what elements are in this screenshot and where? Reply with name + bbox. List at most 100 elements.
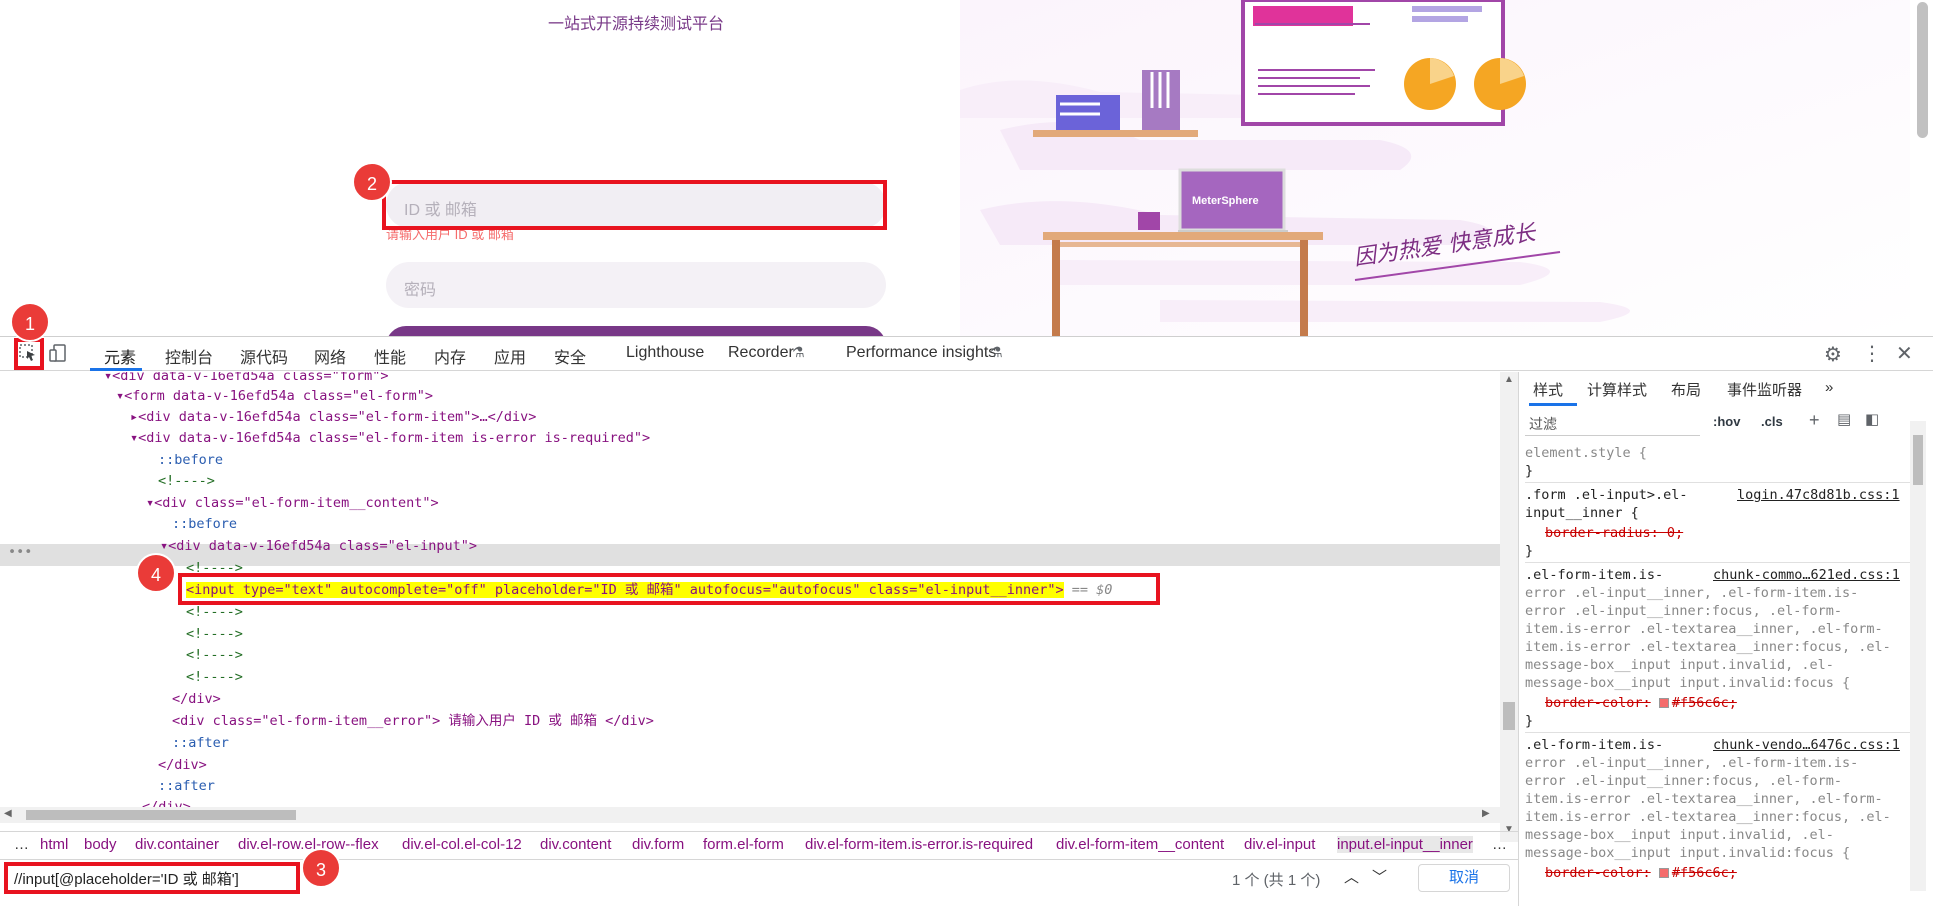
style-selector: message-box__input input.invalid, .el- [1525,827,1834,843]
ellipsis-icon[interactable]: ••• [8,544,32,560]
tree-line[interactable]: <!----> [186,645,243,665]
tab-performance-insights[interactable]: Performance insights [846,344,996,362]
tree-line[interactable]: ▾<div data-v-16efd54a class="form"> [104,372,388,386]
style-declaration[interactable]: border-color: #f56c6c; [1545,694,1737,712]
tab-recorder[interactable]: Recorder [728,344,794,362]
tree-line[interactable]: ▾<div data-v-16efd54a class="el-form-ite… [130,428,650,448]
chevron-down-icon[interactable]: ﹀ [1372,866,1387,887]
style-source-link[interactable]: chunk-commo…621ed.css:1 [1713,566,1900,584]
breadcrumb-item[interactable]: div.el-col.el-col-12 [402,836,522,853]
tree-line[interactable]: <!----> [186,602,243,622]
elements-vscroll-thumb[interactable] [1503,702,1515,730]
breadcrumb-item[interactable]: div.el-input [1244,836,1315,853]
tree-line[interactable]: ▾<div data-v-16efd54a class="el-input"> [160,536,477,556]
tree-line[interactable]: <div class="el-form-item__error"> 请输入用户 … [172,711,654,731]
tree-line[interactable]: <!----> [158,471,215,491]
paint-icon[interactable]: ▤ [1837,410,1851,428]
color-swatch[interactable] [1658,868,1669,878]
tree-line[interactable]: </div> [172,689,221,709]
tab-computed[interactable]: 计算样式 [1587,379,1647,400]
style-selector: item.is-error .el-textarea__inner:focus,… [1525,809,1891,825]
style-rule[interactable]: .el-form-item.is- [1525,566,1663,584]
divider [1525,562,1915,563]
page-scrollbar[interactable] [1912,0,1933,336]
tree-line[interactable]: ::before [172,514,237,534]
breadcrumb-item[interactable]: div.el-row.el-row--flex [238,836,379,853]
tree-line[interactable]: ::before [158,450,223,470]
tree-line[interactable]: ▾<div class="el-form-item__content"> [146,493,439,513]
breadcrumb-item-active[interactable]: input.el-input__inner [1337,836,1473,853]
chevron-up-icon[interactable]: ︿ [1344,866,1359,887]
tab-event-listeners[interactable]: 事件监听器 [1727,379,1802,400]
tree-line[interactable]: ▾<form data-v-16efd54a class="el-form"> [116,386,433,406]
breadcrumb-item[interactable]: div.container [135,836,219,853]
tree-line[interactable]: <!----> [186,667,243,687]
tab-console[interactable]: 控制台 [165,344,213,368]
style-selector: error .el-input__inner, .el-form-item.is… [1525,755,1859,771]
styles-vscroll[interactable] [1910,421,1926,891]
style-source-link[interactable]: chunk-vendo…6476c.css:1 [1713,736,1900,754]
tree-line[interactable]: ::after [158,776,215,796]
elements-hscroll[interactable]: ◀ ▶ [0,807,1500,823]
tab-sources[interactable]: 源代码 [240,344,288,368]
cls-toggle[interactable]: .cls [1761,414,1783,429]
page-scrollbar-thumb[interactable] [1917,2,1928,138]
more-tabs-icon[interactable]: » [1825,379,1833,396]
more-options-icon[interactable]: ⋮ [1862,341,1882,366]
elements-tree: ••• ▾<div data-v-16efd54a class="form"> … [0,372,1518,812]
settings-gear-icon[interactable]: ⚙ [1824,342,1842,367]
breadcrumb-item[interactable]: div.el-form-item.is-error.is-required [805,836,1033,853]
step-badge-4: 4 [136,553,176,593]
close-devtools-icon[interactable]: ✕ [1896,341,1913,366]
breadcrumb-item[interactable]: html [40,836,68,853]
tab-elements[interactable]: 元素 [104,344,136,368]
style-rule[interactable]: .el-form-item.is- [1525,736,1663,754]
breadcrumb-item[interactable]: body [84,836,117,853]
style-rule[interactable]: .form .el-input>.el- [1525,486,1688,504]
flask-icon: ⚗ [792,344,805,360]
tab-memory[interactable]: 内存 [434,344,466,368]
illustration-brand: MeterSphere [1192,195,1259,207]
login-button[interactable] [386,326,886,336]
tree-line[interactable]: ▸<div data-v-16efd54a class="el-form-ite… [130,407,536,427]
elements-vscroll[interactable]: ▲ ▼ [1500,372,1518,842]
breadcrumb-overflow[interactable]: … [14,836,29,853]
hov-toggle[interactable]: :hov [1713,414,1740,429]
page-subtitle: 一站式开源持续测试平台 [548,16,725,33]
styles-rules: element.style { } .form .el-input>.el- l… [1525,444,1915,904]
tab-security[interactable]: 安全 [554,344,586,368]
tree-line[interactable]: </div> [158,755,207,775]
tab-network[interactable]: 网络 [314,344,346,368]
tab-styles[interactable]: 样式 [1533,379,1563,400]
style-declaration[interactable]: border-radius: 0; [1545,524,1683,542]
breadcrumb-item[interactable]: div.form [632,836,684,853]
style-selector: message-box__input input.invalid:focus { [1525,675,1851,691]
device-toolbar-icon[interactable] [48,343,68,368]
style-declaration[interactable]: border-color: #f56c6c; [1545,864,1737,882]
breadcrumb-item[interactable]: div.content [540,836,611,853]
elements-hscroll-thumb[interactable] [26,810,296,820]
tab-performance[interactable]: 性能 [374,344,406,368]
style-rule[interactable]: element.style { [1525,444,1647,462]
highlight-box-input [382,180,887,230]
login-panel: 一站式开源持续测试平台 ID 或 邮箱 请输入用户 ID 或 邮箱 密码 [0,0,960,336]
style-rule-close: } [1525,543,1534,559]
add-rule-icon[interactable]: + [1809,410,1820,431]
style-source-link[interactable]: login.47c8d81b.css:1 [1737,486,1900,504]
breadcrumb-overflow[interactable]: … [1492,836,1507,853]
color-swatch[interactable] [1658,698,1669,708]
tree-line[interactable]: ::after [172,733,229,753]
tab-layout[interactable]: 布局 [1671,379,1701,400]
breadcrumb-item[interactable]: form.el-form [703,836,784,853]
tab-lighthouse[interactable]: Lighthouse [626,344,704,362]
breadcrumb-item[interactable]: div.el-form-item__content [1056,836,1224,853]
styles-filter-input[interactable]: 过滤 [1525,410,1700,436]
styles-vscroll-thumb[interactable] [1913,435,1923,485]
flask-icon: ⚗ [990,344,1003,360]
toggle-sidebar-icon[interactable]: ◧ [1865,410,1879,428]
cancel-button[interactable]: 取消 [1418,864,1510,892]
tree-line[interactable]: <!----> [186,624,243,644]
style-selector: message-box__input input.invalid, .el- [1525,657,1834,673]
password-input[interactable]: 密码 [386,262,886,308]
tab-application[interactable]: 应用 [494,344,526,368]
